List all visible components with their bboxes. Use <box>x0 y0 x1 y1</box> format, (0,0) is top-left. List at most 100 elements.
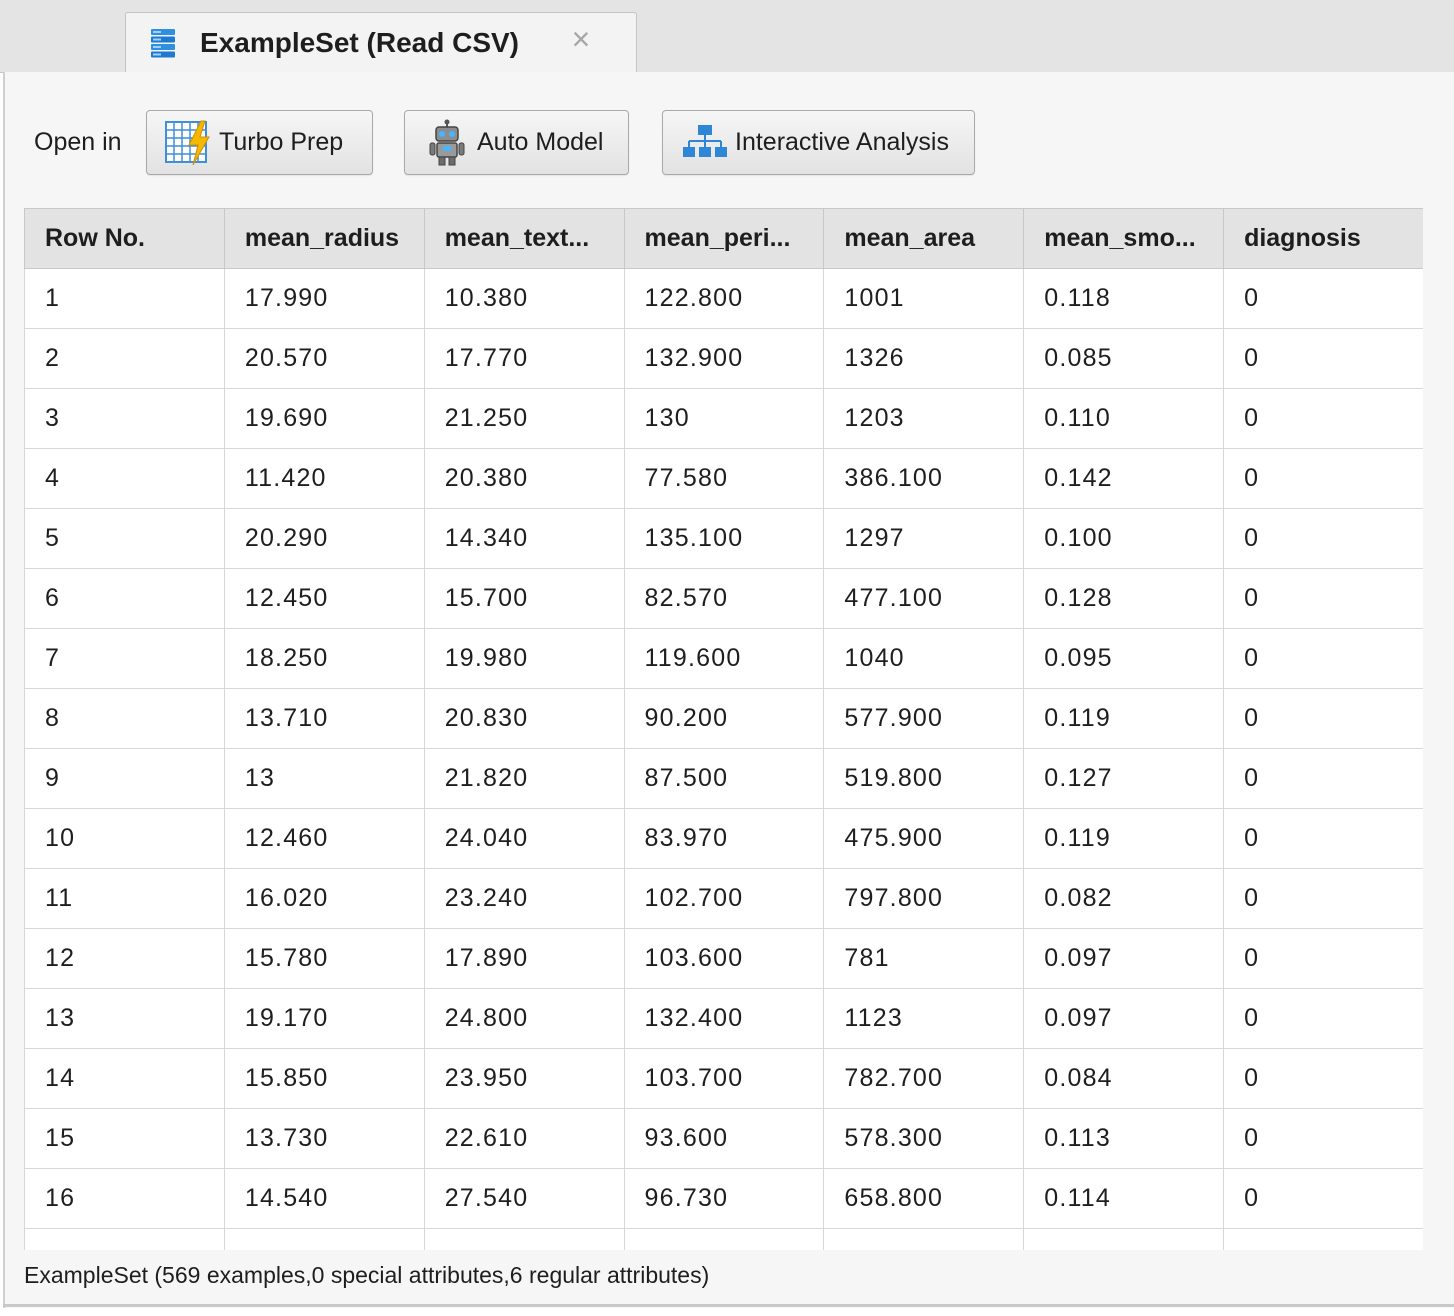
column-header[interactable]: mean_text... <box>423 208 625 269</box>
table-cell[interactable]: 77.580 <box>623 448 825 509</box>
turbo-prep-button[interactable]: Turbo Prep <box>146 110 373 175</box>
data-table[interactable]: Row No. mean_radius mean_text... mean_pe… <box>24 208 1423 1250</box>
table-cell[interactable]: 0 <box>1223 748 1423 809</box>
table-cell[interactable]: 1326 <box>823 328 1025 389</box>
table-cell[interactable]: 20.290 <box>223 508 425 569</box>
table-cell[interactable] <box>1023 1228 1225 1250</box>
table-cell[interactable]: 0.128 <box>1023 568 1225 629</box>
table-cell[interactable]: 386.100 <box>823 448 1025 509</box>
table-cell[interactable]: 0 <box>1223 568 1423 629</box>
table-cell[interactable]: 13.710 <box>223 688 425 749</box>
table-cell[interactable]: 519.800 <box>823 748 1025 809</box>
table-cell[interactable]: 11 <box>24 868 225 929</box>
table-cell[interactable]: 13.730 <box>223 1108 425 1169</box>
table-cell[interactable]: 658.800 <box>823 1168 1025 1229</box>
table-cell[interactable]: 13 <box>24 988 225 1049</box>
table-cell[interactable]: 14.340 <box>423 508 625 569</box>
table-cell[interactable]: 87.500 <box>623 748 825 809</box>
table-cell[interactable]: 132.400 <box>623 988 825 1049</box>
table-cell[interactable]: 0 <box>1223 808 1423 869</box>
table-cell[interactable] <box>1223 1228 1423 1250</box>
table-cell[interactable]: 122.800 <box>623 268 825 329</box>
tab-exampleset[interactable]: ExampleSet (Read CSV) × <box>125 12 637 73</box>
table-cell[interactable]: 20.380 <box>423 448 625 509</box>
table-cell[interactable]: 0 <box>1223 988 1423 1049</box>
table-cell[interactable]: 15 <box>24 1108 225 1169</box>
table-row[interactable]: 1 17.990 10.380 122.800 1001 0.118 0 <box>24 268 1423 329</box>
table-cell[interactable]: 781 <box>823 928 1025 989</box>
table-cell[interactable]: 27.540 <box>423 1168 625 1229</box>
table-cell[interactable]: 6 <box>24 568 225 629</box>
table-cell[interactable]: 2 <box>24 328 225 389</box>
table-cell[interactable]: 577.900 <box>823 688 1025 749</box>
table-cell[interactable]: 0 <box>1223 628 1423 689</box>
table-cell[interactable]: 0.113 <box>1023 1108 1225 1169</box>
table-cell[interactable]: 12.460 <box>223 808 425 869</box>
table-row[interactable]: 7 18.250 19.980 119.600 1040 0.095 0 <box>24 628 1423 689</box>
table-cell[interactable]: 0.110 <box>1023 388 1225 449</box>
table-cell[interactable]: 0.119 <box>1023 808 1225 869</box>
table-cell[interactable]: 15.850 <box>223 1048 425 1109</box>
table-cell[interactable]: 475.900 <box>823 808 1025 869</box>
table-cell[interactable]: 17.990 <box>223 268 425 329</box>
table-cell[interactable]: 9 <box>24 748 225 809</box>
table-cell[interactable]: 11.420 <box>223 448 425 509</box>
table-cell[interactable]: 17.770 <box>423 328 625 389</box>
column-header[interactable]: mean_smo... <box>1023 208 1225 269</box>
table-cell[interactable]: 1203 <box>823 388 1025 449</box>
column-header[interactable]: diagnosis <box>1223 208 1423 269</box>
column-header[interactable]: mean_peri... <box>623 208 825 269</box>
table-cell[interactable]: 24.800 <box>423 988 625 1049</box>
table-row[interactable] <box>24 1228 1423 1250</box>
table-cell[interactable]: 21.250 <box>423 388 625 449</box>
table-cell[interactable]: 0.127 <box>1023 748 1225 809</box>
table-cell[interactable]: 16.020 <box>223 868 425 929</box>
table-cell[interactable]: 16 <box>24 1168 225 1229</box>
table-cell[interactable]: 0.118 <box>1023 268 1225 329</box>
table-cell[interactable]: 0 <box>1223 328 1423 389</box>
table-cell[interactable]: 5 <box>24 508 225 569</box>
table-cell[interactable]: 0.085 <box>1023 328 1225 389</box>
table-cell[interactable]: 0.097 <box>1023 988 1225 1049</box>
table-cell[interactable]: 0.082 <box>1023 868 1225 929</box>
table-cell[interactable]: 0.095 <box>1023 628 1225 689</box>
table-cell[interactable]: 4 <box>24 448 225 509</box>
table-cell[interactable]: 1040 <box>823 628 1025 689</box>
column-header[interactable]: Row No. <box>24 208 225 269</box>
table-cell[interactable]: 13 <box>223 748 425 809</box>
table-cell[interactable]: 0.119 <box>1023 688 1225 749</box>
table-row[interactable]: 16 14.540 27.540 96.730 658.800 0.114 0 <box>24 1168 1423 1229</box>
table-cell[interactable]: 12 <box>24 928 225 989</box>
table-cell[interactable]: 0 <box>1223 268 1423 329</box>
table-cell[interactable]: 0.142 <box>1023 448 1225 509</box>
table-cell[interactable]: 1123 <box>823 988 1025 1049</box>
table-cell[interactable]: 797.800 <box>823 868 1025 929</box>
table-cell[interactable]: 23.240 <box>423 868 625 929</box>
table-cell[interactable]: 130 <box>623 388 825 449</box>
column-header[interactable]: mean_area <box>823 208 1025 269</box>
column-header[interactable]: mean_radius <box>223 208 425 269</box>
table-row[interactable]: 4 11.420 20.380 77.580 386.100 0.142 0 <box>24 448 1423 509</box>
table-cell[interactable]: 0.114 <box>1023 1168 1225 1229</box>
table-cell[interactable]: 0 <box>1223 448 1423 509</box>
table-cell[interactable]: 0 <box>1223 1108 1423 1169</box>
table-cell[interactable]: 0 <box>1223 1168 1423 1229</box>
table-cell[interactable] <box>423 1228 625 1250</box>
table-row[interactable]: 2 20.570 17.770 132.900 1326 0.085 0 <box>24 328 1423 389</box>
table-cell[interactable]: 17.890 <box>423 928 625 989</box>
table-cell[interactable]: 90.200 <box>623 688 825 749</box>
table-cell[interactable]: 1001 <box>823 268 1025 329</box>
table-cell[interactable]: 18.250 <box>223 628 425 689</box>
table-cell[interactable]: 14 <box>24 1048 225 1109</box>
table-cell[interactable]: 782.700 <box>823 1048 1025 1109</box>
table-row[interactable]: 5 20.290 14.340 135.100 1297 0.100 0 <box>24 508 1423 569</box>
table-row[interactable]: 10 12.460 24.040 83.970 475.900 0.119 0 <box>24 808 1423 869</box>
table-row[interactable]: 3 19.690 21.250 130 1203 0.110 0 <box>24 388 1423 449</box>
table-cell[interactable]: 477.100 <box>823 568 1025 629</box>
table-cell[interactable] <box>823 1228 1025 1250</box>
table-cell[interactable] <box>223 1228 425 1250</box>
table-cell[interactable]: 15.700 <box>423 568 625 629</box>
table-row[interactable]: 6 12.450 15.700 82.570 477.100 0.128 0 <box>24 568 1423 629</box>
table-cell[interactable]: 12.450 <box>223 568 425 629</box>
table-cell[interactable] <box>623 1228 825 1250</box>
